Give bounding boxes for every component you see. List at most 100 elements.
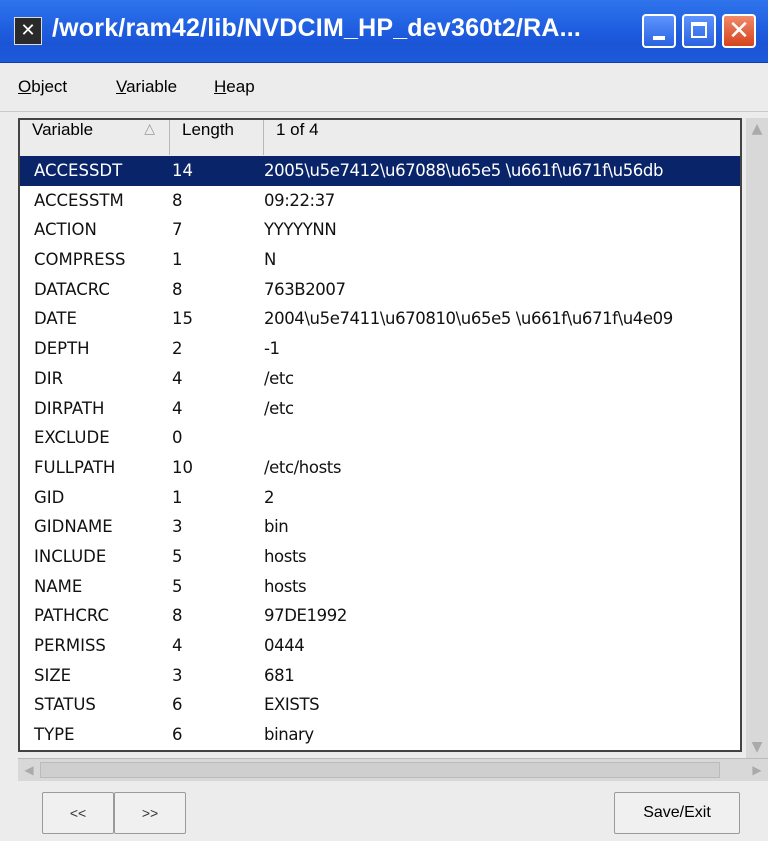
menu-variable-mnemonic: V — [116, 77, 127, 96]
x-icon[interactable]: ✕ — [14, 17, 42, 45]
cell-variable: FULLPATH — [34, 457, 116, 477]
menu-variable[interactable]: Variable — [116, 77, 177, 97]
cell-length: 1 — [172, 487, 183, 507]
cell-value: 09:22:37 — [264, 190, 335, 210]
table-row[interactable]: DATACRC 8 763B2007 — [20, 275, 740, 305]
cell-value: 2004\u5e7411\u670810\u65e5 \u661f\u671f\… — [264, 309, 673, 329]
cell-value: bin — [264, 517, 289, 537]
cell-length: 15 — [172, 309, 193, 329]
menu-bar: Object Variable Heap — [0, 63, 768, 112]
minimize-button[interactable] — [642, 14, 676, 48]
cell-variable: EXCLUDE — [34, 428, 110, 448]
cell-value: /etc — [264, 398, 294, 418]
table-row[interactable]: TYPE 6 binary — [20, 720, 740, 750]
column-header-value[interactable]: 1 of 4 — [264, 120, 740, 155]
cell-variable: PERMISS — [34, 636, 106, 655]
cell-value: 2 — [264, 487, 275, 507]
table-row[interactable]: FULLPATH 10/etc/hosts — [20, 453, 740, 483]
close-icon: ✕ — [728, 16, 750, 46]
scroll-left-icon[interactable]: ◀ — [18, 759, 40, 781]
cell-length: 14 — [172, 161, 193, 180]
cell-variable: GIDNAME — [34, 517, 113, 537]
cell-variable: INCLUDE — [34, 546, 107, 566]
horizontal-scrollbar[interactable]: ◀ ▶ — [18, 758, 768, 781]
table-row[interactable]: INCLUDE 5 hosts — [20, 542, 740, 572]
cell-length: 6 — [172, 695, 183, 715]
sort-ascending-icon: △ — [144, 120, 155, 136]
close-button[interactable]: ✕ — [722, 14, 756, 48]
table-row[interactable]: GID 1 2 — [20, 483, 740, 513]
table-row[interactable]: DIR 4/etc — [20, 364, 740, 394]
scroll-down-icon[interactable]: ▼ — [746, 736, 768, 758]
cell-variable: PATHCRC — [34, 606, 110, 626]
table-body: ACCESSDT 14 2005\u5e7412\u67088\u65e5 \u66… — [20, 156, 740, 750]
scroll-right-icon[interactable]: ▶ — [746, 759, 768, 781]
cell-value: 2005\u5e7412\u67088\u65e5 \u661f\u671f\u… — [264, 161, 664, 180]
cell-variable: NAME — [34, 576, 83, 596]
table-row[interactable]: DIRPATH 4/etc — [20, 394, 740, 424]
cell-length: 3 — [172, 665, 183, 685]
table-row[interactable]: STATUS 6 EXISTS — [20, 690, 740, 720]
column-header-variable[interactable]: Variable △ — [20, 120, 170, 155]
table-row[interactable]: EXCLUDE 0 — [20, 423, 740, 453]
table-row[interactable]: ACCESSTM 8 09:22:37 — [20, 186, 740, 216]
title-bar[interactable]: ✕ /work/ram42/lib/NVDCIM_HP_dev360t2/RA.… — [0, 0, 768, 63]
column-header-variable-label: Variable — [32, 120, 94, 139]
next-button[interactable]: >> — [114, 792, 186, 834]
scroll-up-icon[interactable]: ▲ — [746, 118, 768, 140]
cell-length: 4 — [172, 636, 183, 655]
cell-variable: ACCESSTM — [34, 190, 124, 210]
table-row[interactable]: GIDNAME 3 bin — [20, 512, 740, 542]
table-row[interactable]: SIZE 3 681 — [20, 661, 740, 691]
table-row[interactable]: NAME 5 hosts — [20, 572, 740, 602]
menu-heap[interactable]: Heap — [214, 77, 255, 97]
cell-length: 6 — [172, 725, 183, 745]
cell-length: 8 — [172, 606, 183, 626]
cell-variable: GID — [34, 487, 65, 507]
maximize-icon — [691, 22, 707, 38]
table-row[interactable]: ACTION 7 YYYYYNN — [20, 215, 740, 245]
table-row[interactable]: DATE 15 2004\u5e7411\u670810\u65e5 \u661f\… — [20, 304, 740, 334]
cell-variable: STATUS — [34, 695, 96, 715]
cell-value: /etc — [264, 368, 294, 388]
cell-variable: DIR — [34, 368, 64, 388]
cell-value: 0444 — [264, 636, 305, 655]
cell-value: 681 — [264, 665, 295, 685]
cell-variable: ACCESSDT — [34, 161, 123, 180]
variable-table: Variable △ Length 1 of 4 ACCESSDT 14 2005\… — [18, 118, 742, 752]
cell-length: 8 — [172, 279, 183, 299]
minimize-icon — [653, 36, 665, 40]
cell-variable: DEPTH — [34, 339, 90, 359]
table-row[interactable]: PERMISS 4 0444 — [20, 631, 740, 661]
save-exit-button[interactable]: Save/Exit — [614, 792, 740, 834]
cell-length: 4 — [172, 398, 183, 418]
table-row[interactable]: COMPRESS 1 N — [20, 245, 740, 275]
cell-value: hosts — [264, 546, 307, 566]
cell-value: EXISTS — [264, 695, 320, 715]
horizontal-scroll-thumb[interactable] — [40, 762, 720, 778]
menu-object-label: bject — [31, 77, 68, 96]
column-header-length-label: Length — [182, 120, 234, 139]
cell-value: hosts — [264, 576, 307, 596]
cell-length: 5 — [172, 576, 183, 596]
table-header: Variable △ Length 1 of 4 — [20, 120, 740, 157]
table-row[interactable]: ACCESSDT 14 2005\u5e7412\u67088\u65e5 \u66… — [20, 156, 740, 186]
table-row[interactable]: PATHCRC 8 97DE1992 — [20, 601, 740, 631]
maximize-button[interactable] — [682, 14, 716, 48]
table-row[interactable]: DEPTH 2 -1 — [20, 334, 740, 364]
cell-value: 97DE1992 — [264, 606, 347, 626]
cell-value: /etc/hosts — [264, 457, 342, 477]
menu-heap-mnemonic: H — [214, 77, 227, 96]
cell-variable: ACTION — [34, 220, 97, 240]
vertical-scrollbar[interactable]: ▲ ▼ — [746, 118, 768, 758]
column-header-length[interactable]: Length — [170, 120, 264, 155]
menu-object[interactable]: Object — [18, 77, 67, 97]
menu-heap-label: eap — [226, 77, 255, 96]
cell-length: 1 — [172, 250, 183, 270]
cell-length: 2 — [172, 339, 183, 359]
column-header-value-label: 1 of 4 — [276, 120, 319, 139]
cell-length: 4 — [172, 368, 183, 388]
window-title: /work/ram42/lib/NVDCIM_HP_dev360t2/RA... — [52, 14, 582, 42]
previous-button[interactable]: << — [42, 792, 114, 834]
cell-value: N — [264, 250, 276, 270]
